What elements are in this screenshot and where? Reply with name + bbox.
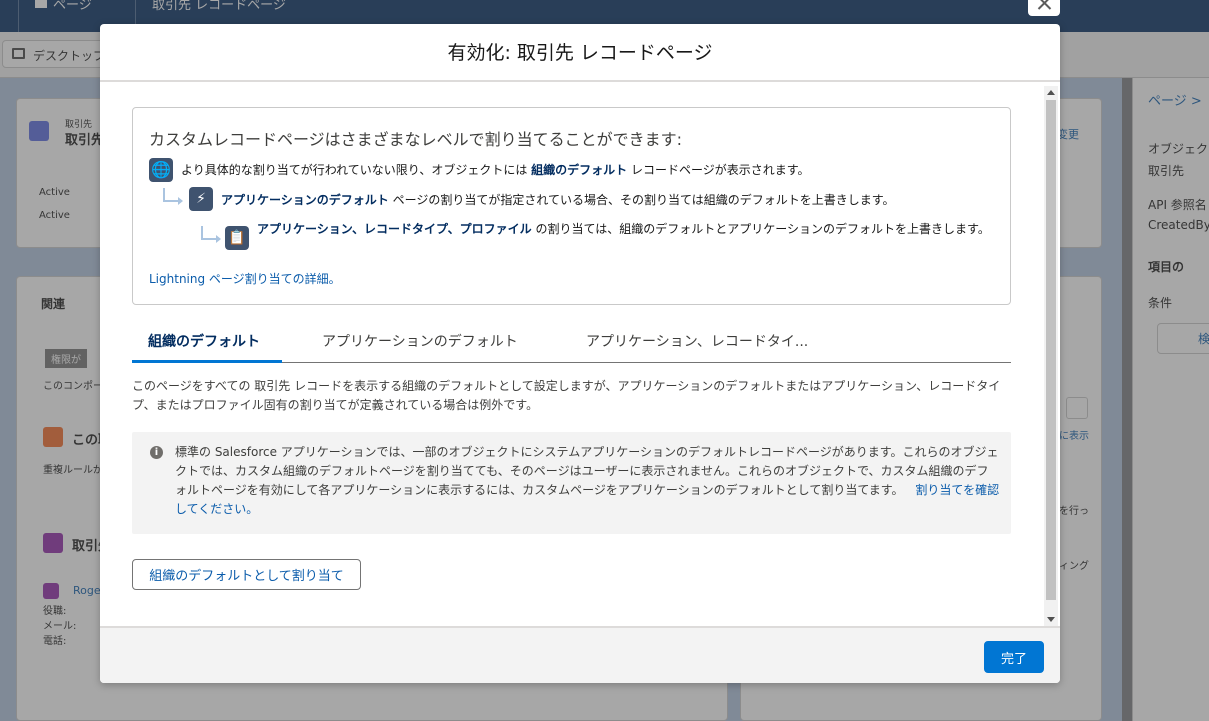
tab-org-default[interactable]: 組織のデフォルト: [132, 327, 282, 363]
clipboard-icon: 📋: [225, 226, 249, 250]
info-heading: カスタムレコードページはさまざまなレベルで割り当てることができます:: [149, 130, 683, 149]
notice-text: 標準の Salesforce アプリケーションでは、一部のオブジェクトにシステム…: [175, 445, 1000, 516]
hierarchy-arrow-icon: [201, 226, 221, 243]
system-default-notice: i 標準の Salesforce アプリケーションでは、一部のオブジェクトにシス…: [132, 432, 1011, 534]
modal-scrollbar[interactable]: [1044, 86, 1058, 626]
tab-app-record-profile[interactable]: アプリケーション、レコードタイ...: [586, 327, 808, 363]
info-line-app: アプリケーションのデフォルト ページの割り当てが指定されている場合、その割り当て…: [221, 193, 895, 207]
scroll-down-icon[interactable]: [1047, 617, 1055, 622]
tab-description: このページをすべての 取引先 レコードを表示する組織のデフォルトとして設定します…: [132, 379, 1001, 412]
assignment-details-link[interactable]: Lightning ページ割り当ての詳細。: [149, 270, 341, 287]
info-line-profile: アプリケーション、レコードタイプ、プロファイル の割り当ては、組織のデフォルトと…: [257, 222, 990, 236]
assignment-tabs: 組織のデフォルト アプリケーションのデフォルト アプリケーション、レコードタイ.…: [132, 327, 1011, 363]
globe-icon: 🌐: [149, 158, 173, 182]
modal-title: 有効化: 取引先 レコードページ: [447, 42, 713, 64]
done-button[interactable]: 完了: [984, 641, 1044, 673]
activation-modal: 有効化: 取引先 レコードページ カスタムレコードページはさまざまなレベルで割り…: [100, 24, 1060, 683]
modal-header: 有効化: 取引先 レコードページ: [100, 24, 1060, 82]
modal-footer: 完了: [100, 626, 1060, 683]
scroll-up-icon[interactable]: [1047, 90, 1055, 95]
assign-as-org-default-button[interactable]: 組織のデフォルトとして割り当て: [132, 559, 361, 590]
info-line-org: より具体的な割り当てが行われていない限り、オブジェクトには 組織のデフォルト レ…: [181, 163, 810, 177]
assignment-info-box: カスタムレコードページはさまざまなレベルで割り当てることができます: 🌐 より具…: [132, 107, 1011, 305]
scroll-thumb[interactable]: [1046, 100, 1056, 600]
modal-body: カスタムレコードページはさまざまなレベルで割り当てることができます: 🌐 より具…: [100, 84, 1060, 628]
info-icon: i: [150, 446, 163, 459]
close-icon[interactable]: [1028, 0, 1060, 16]
lightning-icon: ⚡: [189, 187, 213, 211]
hierarchy-arrow-icon: [163, 188, 183, 205]
tab-app-default[interactable]: アプリケーションのデフォルト: [322, 327, 518, 363]
